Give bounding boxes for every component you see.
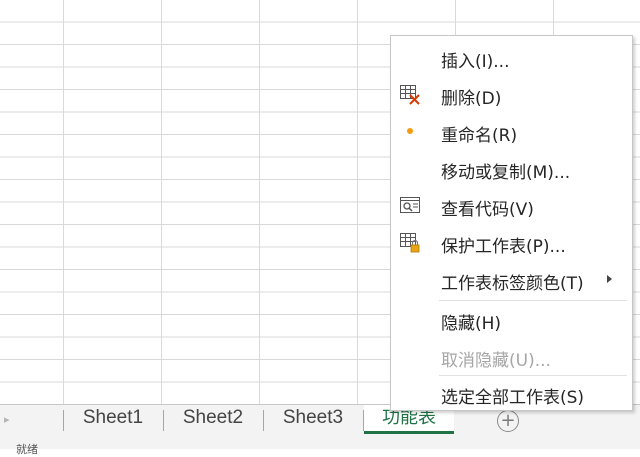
menu-divider (439, 300, 627, 301)
menu-item-label: 删除(D) (441, 89, 502, 109)
menu-item-view-code[interactable]: 查看代码(V) (391, 190, 632, 220)
menu-item-rename[interactable]: 重命名(R) (391, 116, 632, 146)
menu-divider (439, 375, 627, 376)
tab-sheet2[interactable]: Sheet2 (164, 405, 262, 433)
status-bar: 就绪 (0, 437, 640, 456)
add-sheet-button[interactable]: + (497, 410, 519, 432)
menu-item-protect-sheet[interactable]: 保护工作表(P)... (391, 227, 632, 257)
status-text: 就绪 (16, 443, 38, 456)
tab-sheet3[interactable]: Sheet3 (264, 405, 362, 433)
submenu-arrow-icon (607, 275, 612, 283)
menu-item-hide[interactable]: 隐藏(H) (391, 304, 632, 334)
delete-sheet-icon (399, 83, 421, 105)
menu-item-label: 选定全部工作表(S) (441, 388, 585, 408)
menu-item-delete[interactable]: 删除(D) (391, 79, 632, 109)
menu-item-move-copy[interactable]: 移动或复制(M)... (391, 153, 632, 183)
menu-item-label: 取消隐藏(U)... (441, 351, 551, 371)
bullet-icon (407, 128, 413, 134)
menu-item-label: 保护工作表(P)... (441, 237, 566, 257)
menu-item-label: 插入(I)... (441, 52, 510, 72)
tab-scroll-arrow[interactable]: ▸ (4, 413, 10, 426)
menu-item-label: 工作表标签颜色(T) (441, 274, 584, 294)
menu-item-label: 隐藏(H) (441, 314, 502, 334)
tab-sheet1[interactable]: Sheet1 (64, 405, 162, 433)
menu-item-label: 查看代码(V) (441, 200, 534, 220)
menu-item-tab-color[interactable]: 工作表标签颜色(T) (391, 264, 632, 294)
view-code-icon (399, 194, 421, 216)
sheet-context-menu: 插入(I)... 删除(D) 重命名(R) 移动或复制(M)... 查看代码(V… (390, 35, 633, 411)
menu-item-select-all-sheets[interactable]: 选定全部工作表(S) (391, 378, 632, 408)
menu-item-label: 重命名(R) (441, 126, 518, 146)
protect-sheet-icon (399, 231, 421, 253)
menu-item-label: 移动或复制(M)... (441, 163, 571, 183)
menu-item-unhide: 取消隐藏(U)... (391, 341, 632, 371)
menu-item-insert[interactable]: 插入(I)... (391, 42, 632, 72)
